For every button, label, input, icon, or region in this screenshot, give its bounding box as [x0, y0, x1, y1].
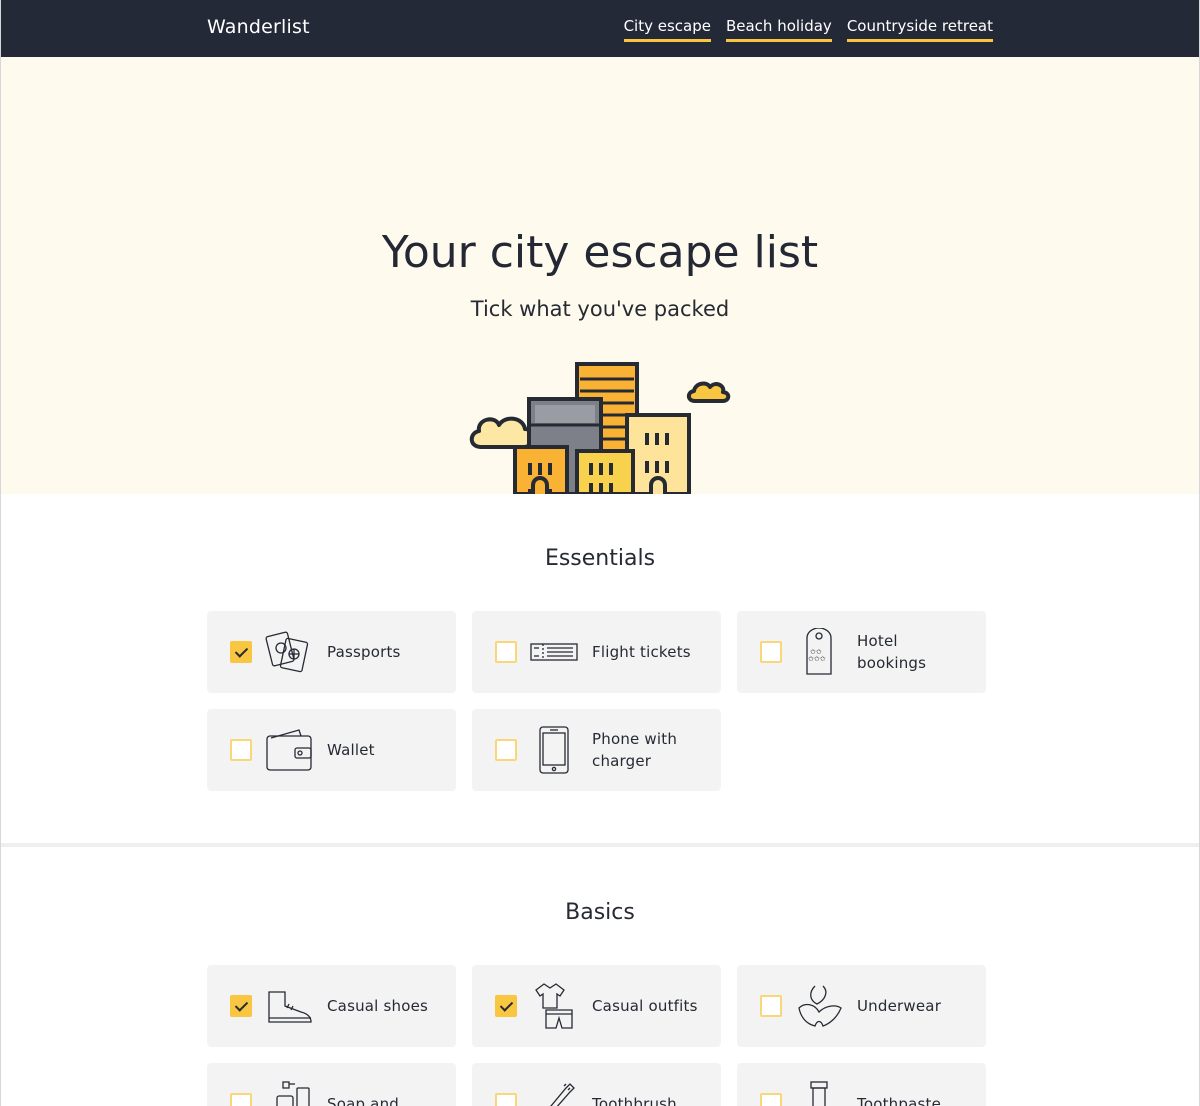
page-subtitle: Tick what you've packed	[470, 297, 730, 321]
toothbrush-icon	[550, 1083, 575, 1106]
basics-grid: Casual shoes Casual outfits Underwear So…	[207, 965, 986, 1106]
toothpaste-icon	[810, 1081, 828, 1106]
item-toothpaste[interactable]: Toothpaste	[737, 1063, 986, 1106]
checkbox-passports[interactable]	[230, 641, 252, 663]
flight-ticket-icon	[530, 643, 578, 661]
nav-beach-holiday[interactable]: Beach holiday	[725, 16, 832, 42]
passports-icon	[265, 631, 309, 673]
item-phone-with-charger[interactable]: Phone with charger	[472, 709, 721, 791]
checkbox-underwear[interactable]	[760, 995, 782, 1017]
item-flight-tickets[interactable]: Flight tickets	[472, 611, 721, 693]
main-nav: City escape Beach holiday Countryside re…	[623, 16, 993, 42]
item-underwear[interactable]: Underwear	[737, 965, 986, 1047]
item-passports[interactable]: Passports	[207, 611, 456, 693]
item-toothbrush[interactable]: Toothbrush	[472, 1063, 721, 1106]
city-buildings-illustration	[469, 362, 731, 494]
item-label-casual-outfits: Casual outfits	[592, 997, 698, 1015]
section-basics: Basics Casual shoes Casual outfits Under…	[1, 847, 1199, 1106]
item-wallet[interactable]: Wallet	[207, 709, 456, 791]
item-label-phone-with-charger: Phone with charger	[592, 730, 678, 770]
section-title-essentials: Essentials	[544, 546, 656, 571]
checkbox-flight-tickets[interactable]	[495, 641, 517, 663]
page-title: Your city escape list	[381, 227, 819, 278]
item-label-flight-tickets: Flight tickets	[592, 643, 691, 661]
wallet-icon	[266, 729, 312, 771]
checkbox-casual-shoes[interactable]	[230, 995, 252, 1017]
nav-countryside-retreat[interactable]: Countryside retreat	[846, 16, 993, 42]
top-bar: Wanderlist City escape Beach holiday Cou…	[1, 0, 1199, 57]
checkbox-phone-with-charger[interactable]	[495, 739, 517, 761]
item-label-toothbrush: Toothbrush	[592, 1095, 677, 1106]
item-label-toothpaste: Toothpaste	[857, 1095, 941, 1106]
checkbox-toothpaste[interactable]	[760, 1093, 782, 1106]
soap-icon	[276, 1081, 310, 1106]
section-essentials: Essentials Passports Flight tickets ✩✩ ✩…	[1, 494, 1199, 843]
item-label-hotel-bookings: Hotel bookings	[857, 632, 927, 672]
hero: Your city escape list Tick what you've p…	[1, 57, 1199, 494]
section-title-basics: Basics	[565, 900, 635, 925]
item-casual-shoes[interactable]: Casual shoes	[207, 965, 456, 1047]
svg-text:✩✩✩: ✩✩✩	[807, 655, 826, 663]
item-label-soap: Soap and	[327, 1095, 400, 1106]
item-soap[interactable]: Soap and	[207, 1063, 456, 1106]
brand-logo[interactable]: Wanderlist	[207, 16, 310, 38]
nav-city-escape[interactable]: City escape	[623, 16, 711, 42]
item-label-wallet: Wallet	[327, 741, 375, 759]
checkbox-hotel-bookings[interactable]	[760, 641, 782, 663]
hotel-tag-icon: ✩✩ ✩✩✩	[806, 628, 832, 675]
checkbox-casual-outfits[interactable]	[495, 995, 517, 1017]
item-casual-outfits[interactable]: Casual outfits	[472, 965, 721, 1047]
shoe-icon	[268, 991, 312, 1023]
underwear-icon	[798, 985, 842, 1027]
checkbox-toothbrush[interactable]	[495, 1093, 517, 1106]
phone-icon	[539, 726, 569, 774]
checkbox-wallet[interactable]	[230, 739, 252, 761]
item-hotel-bookings[interactable]: ✩✩ ✩✩✩ Hotel bookings	[737, 611, 986, 693]
outfit-icon	[535, 983, 573, 1029]
item-label-underwear: Underwear	[857, 997, 942, 1015]
item-label-casual-shoes: Casual shoes	[327, 997, 429, 1015]
item-label-passports: Passports	[327, 643, 401, 661]
essentials-grid: Passports Flight tickets ✩✩ ✩✩✩ Hotel bo…	[207, 611, 986, 791]
checkbox-soap[interactable]	[230, 1093, 252, 1106]
